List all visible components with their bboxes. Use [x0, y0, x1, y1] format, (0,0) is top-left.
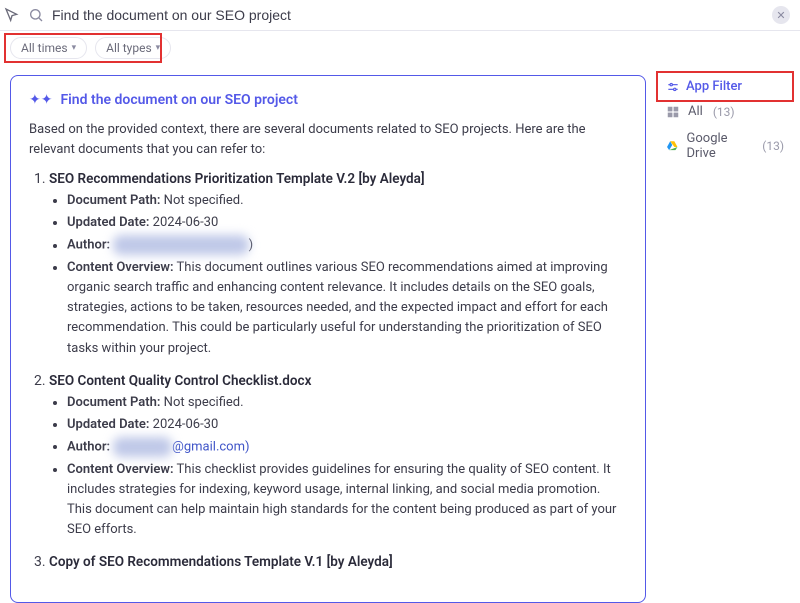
meta-date: Updated Date: 2024-06-30 [67, 213, 627, 233]
meta-overview: Content Overview: This document outlines… [67, 258, 627, 359]
result-item-title: Copy of SEO Recommendations Template V.1… [49, 554, 627, 570]
sparkle-icon: ✦✦ [29, 92, 52, 108]
type-filter-label: All types [106, 41, 152, 55]
sidebar-item-count: (13) [762, 139, 784, 153]
app-filter-button[interactable]: App Filter [660, 75, 790, 98]
result-item-meta: Document Path: Not specified. Updated Da… [49, 393, 627, 541]
results-list: SEO Recommendations Prioritization Templ… [29, 171, 627, 570]
meta-path: Document Path: Not specified. [67, 393, 627, 413]
filter-row: All times ▾ All types ▾ [0, 31, 800, 65]
result-card-title: Find the document on our SEO project [60, 92, 297, 108]
result-item: Copy of SEO Recommendations Template V.1… [49, 554, 627, 570]
sidebar-item-all[interactable]: All (13) [660, 98, 790, 125]
result-item-meta: Document Path: Not specified. Updated Da… [49, 191, 627, 359]
search-icon [28, 7, 44, 23]
search-bar: ✕ [0, 0, 800, 31]
meta-path: Document Path: Not specified. [67, 191, 627, 211]
main: ✦✦ Find the document on our SEO project … [0, 65, 800, 603]
sidebar: App Filter All (13) Google Drive (13) [660, 75, 790, 603]
result-item-title: SEO Content Quality Control Checklist.do… [49, 373, 627, 389]
sidebar-item-count: (13) [713, 105, 735, 119]
sidebar-item-google-drive[interactable]: Google Drive (13) [660, 125, 790, 167]
meta-date: Updated Date: 2024-06-30 [67, 415, 627, 435]
result-item: SEO Content Quality Control Checklist.do… [49, 373, 627, 541]
time-filter-label: All times [21, 41, 68, 55]
result-card-body: Based on the provided context, there are… [29, 120, 627, 570]
redacted-author: redacted author name [113, 235, 248, 255]
sidebar-item-label: Google Drive [687, 131, 753, 161]
meta-author: Author: redacted@gmail.com) [67, 437, 627, 458]
type-filter-chip[interactable]: All types ▾ [95, 37, 171, 59]
sidebar-item-label: All [688, 104, 703, 119]
chevron-down-icon: ▾ [156, 43, 161, 53]
result-card-header: ✦✦ Find the document on our SEO project [29, 92, 627, 108]
redacted-author: redacted [113, 437, 172, 457]
cursor-icon [4, 7, 20, 23]
result-item: SEO Recommendations Prioritization Templ… [49, 171, 627, 359]
chevron-down-icon: ▾ [72, 43, 77, 53]
clear-search-button[interactable]: ✕ [772, 6, 790, 24]
intro-text: Based on the provided context, there are… [29, 120, 627, 159]
result-item-title: SEO Recommendations Prioritization Templ… [49, 171, 627, 187]
time-filter-chip[interactable]: All times ▾ [10, 37, 87, 59]
meta-overview: Content Overview: This checklist provide… [67, 460, 627, 541]
app-filter-label: App Filter [686, 79, 742, 94]
result-card: ✦✦ Find the document on our SEO project … [10, 75, 646, 603]
meta-author: Author: redacted author name) [67, 235, 627, 256]
google-drive-icon [666, 139, 679, 153]
grid-icon [666, 105, 680, 119]
sliders-icon [666, 80, 680, 94]
search-input[interactable] [52, 7, 764, 23]
